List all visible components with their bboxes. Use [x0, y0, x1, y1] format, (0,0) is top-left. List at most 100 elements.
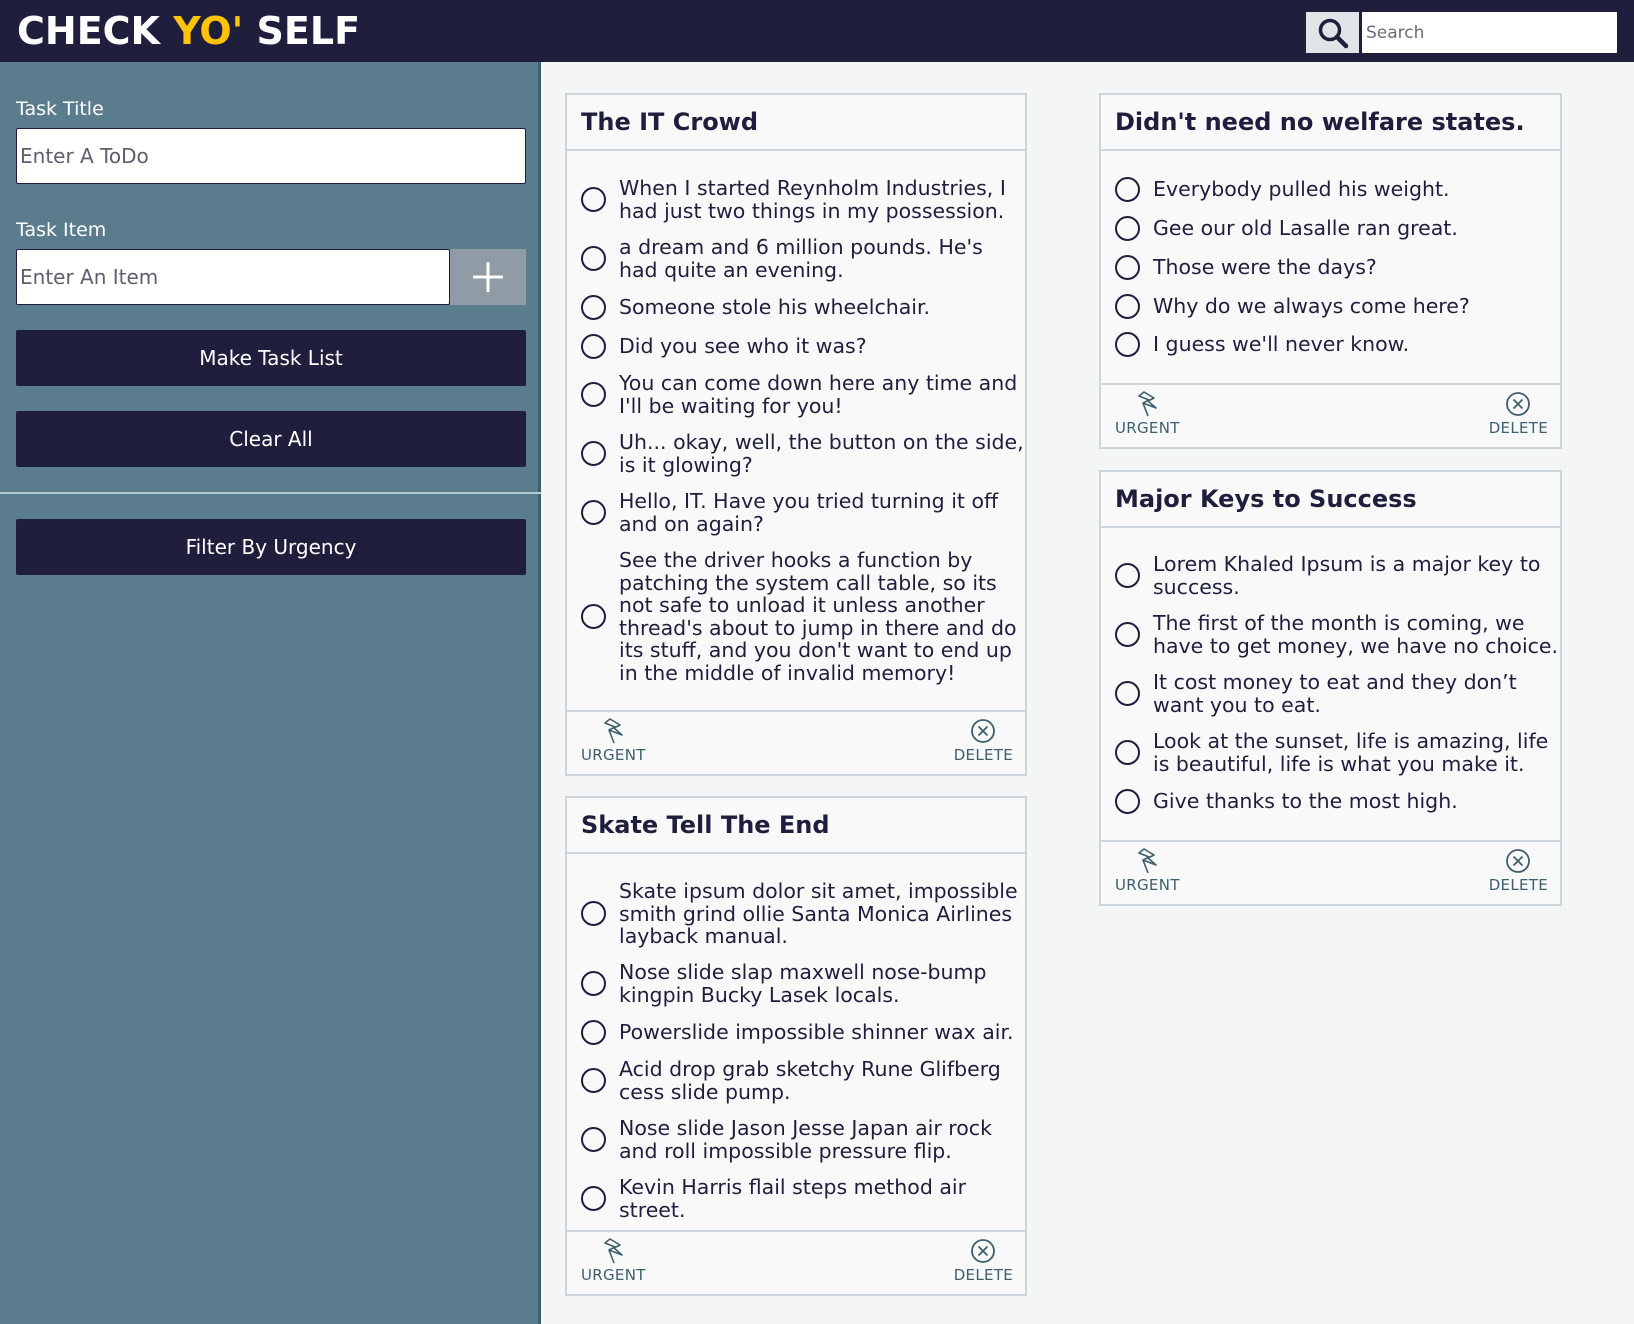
checkbox-circle[interactable]	[1115, 740, 1140, 765]
item-text: a dream and 6 million pounds. He's had q…	[619, 235, 983, 282]
delete-label: DELETE	[953, 1266, 1013, 1284]
filter-by-urgency-button[interactable]: Filter By Urgency	[16, 519, 526, 575]
lightning-icon	[1138, 391, 1158, 417]
clear-all-button[interactable]: Clear All	[16, 411, 526, 467]
checkbox-circle[interactable]	[581, 295, 606, 320]
delete-icon	[1506, 849, 1531, 873]
list-item: a dream and 6 million pounds. He's had q…	[581, 236, 1025, 281]
item-text: It cost money to eat and they don’t want…	[1153, 670, 1517, 717]
lightning-icon	[604, 1238, 624, 1264]
checkbox-circle[interactable]	[581, 187, 606, 212]
list-item: Someone stole his wheelchair.	[581, 295, 1025, 320]
checkbox-circle[interactable]	[1115, 332, 1140, 357]
delete-label: DELETE	[1488, 419, 1548, 437]
checkbox-circle[interactable]	[581, 1068, 606, 1093]
list-item: Acid drop grab sketchy Rune Glifberg ces…	[581, 1058, 1025, 1103]
item-text: Why do we always come here?	[1153, 294, 1470, 319]
checkbox-circle[interactable]	[1115, 622, 1140, 647]
app-header: CHECK YO' SELF	[0, 0, 1634, 62]
list-item: It cost money to eat and they don’t want…	[1115, 671, 1560, 716]
item-text: Nose slide slap maxwell nose-bump kingpi…	[619, 960, 987, 1007]
item-text: Give thanks to the most high.	[1153, 789, 1458, 814]
list-item: When I started Reynholm Industries, I ha…	[581, 177, 1025, 222]
task-title-label: Task Title	[16, 98, 104, 120]
item-text: Skate ipsum dolor sit amet, impossible s…	[619, 879, 1018, 948]
delete-icon	[971, 719, 996, 743]
sidebar-divider	[0, 492, 541, 494]
search-button[interactable]	[1305, 11, 1360, 54]
delete-button[interactable]: DELETE	[954, 1238, 1013, 1284]
add-item-button[interactable]	[450, 249, 526, 305]
checkbox-circle[interactable]	[1115, 255, 1140, 280]
list-item: Nose slide Jason Jesse Japan air rock an…	[581, 1117, 1025, 1162]
checkbox-circle[interactable]	[581, 1127, 606, 1152]
delete-label: DELETE	[1488, 876, 1548, 894]
list-item: Hello, IT. Have you tried turning it off…	[581, 490, 1025, 535]
logo-text-yo: YO'	[173, 9, 244, 53]
urgent-button[interactable]: URGENT	[581, 718, 646, 764]
checkbox-circle[interactable]	[1115, 681, 1140, 706]
checkbox-circle[interactable]	[581, 604, 606, 629]
checkbox-circle[interactable]	[581, 1186, 606, 1211]
urgent-button[interactable]: URGENT	[1115, 848, 1180, 894]
task-title-input[interactable]	[16, 128, 526, 184]
checkbox-circle[interactable]	[581, 441, 606, 466]
checkbox-circle[interactable]	[581, 500, 606, 525]
card-footer: URGENT DELETE	[567, 1230, 1025, 1294]
checkbox-circle[interactable]	[1115, 563, 1140, 588]
checkbox-circle[interactable]	[1115, 789, 1140, 814]
checkbox-circle[interactable]	[581, 971, 606, 996]
checkbox-circle[interactable]	[581, 246, 606, 271]
urgent-label: URGENT	[1115, 876, 1180, 894]
card-footer: URGENT DELETE	[1101, 840, 1560, 904]
list-item: You can come down here any time and I'll…	[581, 372, 1025, 417]
urgent-button[interactable]: URGENT	[581, 1238, 646, 1284]
checkbox-circle[interactable]	[1115, 294, 1140, 319]
card-title: The IT Crowd	[567, 95, 1025, 151]
list-item: I guess we'll never know.	[1115, 332, 1560, 357]
item-text: Those were the days?	[1153, 255, 1377, 280]
item-text: See the driver hooks a function by patch…	[619, 548, 1017, 685]
list-item: Lorem Khaled Ipsum is a major key to suc…	[1115, 553, 1560, 598]
list-item: Uh... okay, well, the button on the side…	[581, 431, 1025, 476]
card-footer: URGENT DELETE	[567, 710, 1025, 774]
item-text: When I started Reynholm Industries, I ha…	[619, 176, 1006, 223]
search-input[interactable]	[1361, 11, 1618, 54]
delete-icon	[1506, 392, 1531, 416]
task-card: Major Keys to Success Lorem Khaled Ipsum…	[1099, 470, 1562, 906]
task-item-label: Task Item	[16, 219, 107, 241]
list-item: Why do we always come here?	[1115, 294, 1560, 319]
delete-button[interactable]: DELETE	[1489, 848, 1548, 894]
item-text: The first of the month is coming, we hav…	[1153, 611, 1559, 658]
list-item: Powerslide impossible shinner wax air.	[581, 1020, 1025, 1045]
make-task-list-button[interactable]: Make Task List	[16, 330, 526, 386]
task-item-input[interactable]	[16, 249, 450, 305]
item-text: Look at the sunset, life is amazing, lif…	[1153, 729, 1549, 776]
checkbox-circle[interactable]	[581, 382, 606, 407]
list-item: The first of the month is coming, we hav…	[1115, 612, 1560, 657]
checkbox-circle[interactable]	[581, 334, 606, 359]
delete-icon	[971, 1239, 996, 1263]
logo-text-check: CHECK	[17, 9, 174, 53]
list-item: See the driver hooks a function by patch…	[581, 549, 1025, 684]
card-title: Didn't need no welfare states.	[1101, 95, 1560, 151]
list-item: Did you see who it was?	[581, 334, 1025, 359]
item-text: Gee our old Lasalle ran great.	[1153, 216, 1458, 241]
card-title: Skate Tell The End	[567, 798, 1025, 854]
checkbox-circle[interactable]	[581, 901, 606, 927]
checkbox-circle[interactable]	[1115, 177, 1140, 202]
item-text: Nose slide Jason Jesse Japan air rock an…	[619, 1116, 992, 1163]
delete-button[interactable]: DELETE	[1489, 391, 1548, 437]
urgent-label: URGENT	[581, 1266, 646, 1284]
logo-text-self: SELF	[243, 9, 361, 53]
list-item: Nose slide slap maxwell nose-bump kingpi…	[581, 961, 1025, 1006]
list-item: Give thanks to the most high.	[1115, 789, 1560, 814]
checkbox-circle[interactable]	[581, 1020, 606, 1045]
item-text: Hello, IT. Have you tried turning it off…	[619, 489, 999, 536]
urgent-button[interactable]: URGENT	[1115, 391, 1180, 437]
card-title: Major Keys to Success	[1101, 472, 1560, 528]
card-footer: URGENT DELETE	[1101, 383, 1560, 447]
delete-button[interactable]: DELETE	[954, 718, 1013, 764]
item-text: Acid drop grab sketchy Rune Glifberg ces…	[619, 1057, 1001, 1104]
checkbox-circle[interactable]	[1115, 216, 1140, 241]
